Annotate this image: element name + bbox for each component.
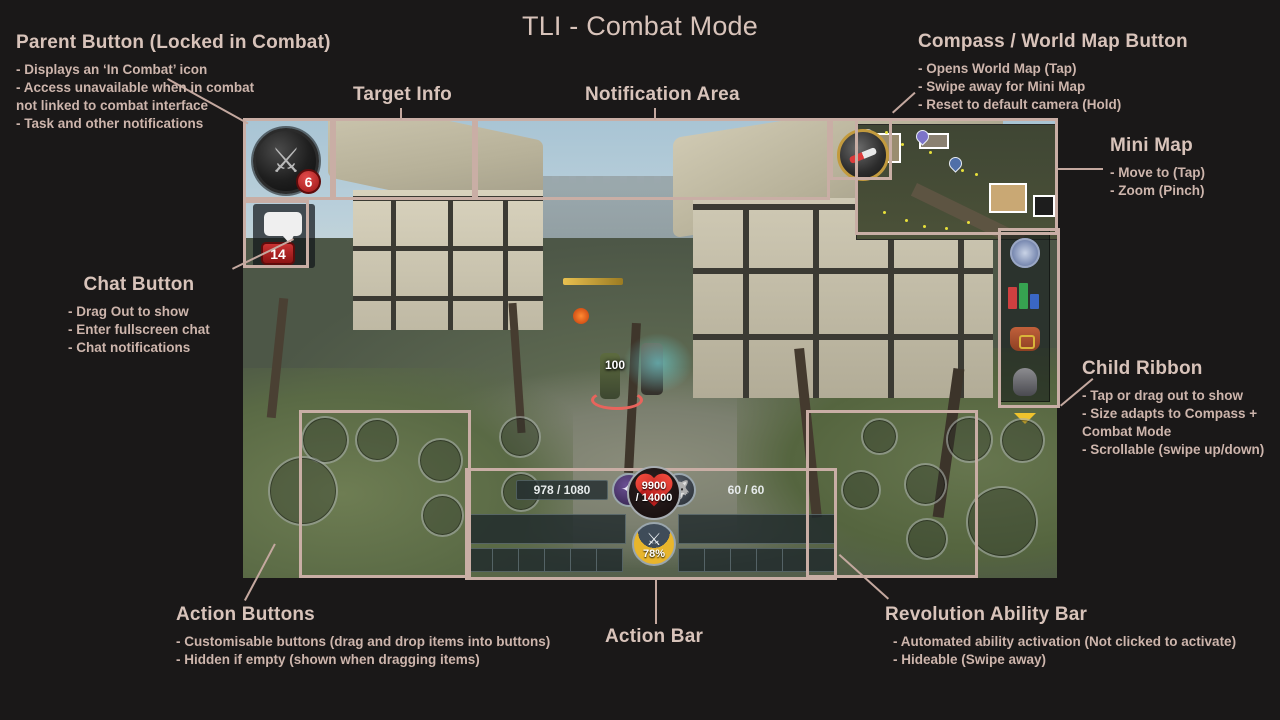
annotation-bullets: - Move to (Tap) - Zoom (Pinch) <box>1110 164 1205 200</box>
annotation-heading: Mini Map <box>1110 135 1193 156</box>
magic-aura <box>623 333 693 393</box>
leader-target-info <box>400 108 402 120</box>
annotation-bullet: - Hidden if empty (shown when dragging i… <box>176 651 480 667</box>
annotation-bullet: - Customisable buttons (drag and drop it… <box>176 633 551 649</box>
annotation-bullet: - Displays an ‘In Combat’ icon <box>16 61 208 77</box>
adrenaline-value: 78% <box>642 547 666 560</box>
annotation-bullet: Combat Mode <box>1082 423 1172 439</box>
annotation-notification-area: Notification Area <box>585 83 740 107</box>
health-orb[interactable]: 9900 / 14000 <box>627 466 681 520</box>
leader-action-bar <box>655 580 657 624</box>
house-right-post-2 <box>813 204 819 398</box>
annotation-bullet: - Tap or drag out to show <box>1082 387 1243 403</box>
annotation-bullet: - Zoom (Pinch) <box>1110 182 1205 198</box>
annotation-parent-button: Parent Button (Locked in Combat) - Displ… <box>16 31 331 133</box>
annotation-bullet: - Opens World Map (Tap) <box>918 60 1077 76</box>
annotation-heading: Parent Button (Locked in Combat) <box>16 32 331 53</box>
selection-ring <box>591 390 643 410</box>
house-right-beam-2 <box>693 268 993 274</box>
annotation-bullets: - Displays an ‘In Combat’ icon - Access … <box>16 61 331 133</box>
damage-number: 100 <box>605 358 626 372</box>
highlight-notification-area <box>475 118 830 200</box>
annotation-heading: Notification Area <box>585 84 740 105</box>
annotation-bullet: - Hideable (Swipe away) <box>893 651 1047 667</box>
annotation-heading: Compass / World Map Button <box>918 31 1188 52</box>
highlight-target-info <box>333 118 475 200</box>
fire-effect <box>573 308 589 324</box>
annotation-bullets: - Customisable buttons (drag and drop it… <box>176 633 550 669</box>
action-button-l6[interactable] <box>499 416 541 458</box>
house-left-post-2 <box>448 196 453 330</box>
annotation-child-ribbon: Child Ribbon - Tap or drag out to show -… <box>1082 357 1264 459</box>
annotation-bullet: - Reset to default camera (Hold) <box>918 96 1122 112</box>
leader-notification-area <box>654 108 656 120</box>
annotation-heading: Chat Button <box>83 274 195 295</box>
annotation-heading: Action Buttons <box>176 604 315 625</box>
crossed-swords-icon: ⚔ <box>646 529 662 549</box>
annotation-bullet: - Size adapts to Compass + <box>1082 405 1258 421</box>
house-right-beam-3 <box>693 334 993 340</box>
annotation-bullets: - Opens World Map (Tap) - Swipe away for… <box>918 60 1188 114</box>
annotation-target-info: Target Info <box>353 83 452 107</box>
highlight-child-ribbon <box>998 228 1060 408</box>
house-right-post-1 <box>743 204 749 398</box>
annotation-heading: Action Bar <box>605 626 704 647</box>
health-max: / 14000 <box>635 492 673 504</box>
annotation-bullet: - Enter fullscreen chat <box>68 321 210 337</box>
annotation-bullet: - Move to (Tap) <box>1110 164 1205 180</box>
annotation-action-bar: Action Bar <box>605 625 703 649</box>
annotation-chat-button: Chat Button - Drag Out to show - Enter f… <box>68 273 210 357</box>
annotation-bullet: - Automated ability activation (Not clic… <box>893 633 1237 649</box>
highlight-mini-map <box>855 118 1058 235</box>
highlight-revolution-bar <box>806 410 978 578</box>
annotation-compass-world-map: Compass / World Map Button - Opens World… <box>918 30 1188 114</box>
leader-compass <box>892 91 916 114</box>
house-left-post-3 <box>503 196 508 330</box>
annotation-heading: Child Ribbon <box>1082 358 1203 379</box>
annotation-mini-map: Mini Map - Move to (Tap) - Zoom (Pinch) <box>1110 134 1205 200</box>
action-button-r3[interactable] <box>1000 418 1045 463</box>
annotation-bullet: - Scrollable (swipe up/down) <box>1082 441 1265 457</box>
annotation-action-buttons: Action Buttons - Customisable buttons (d… <box>176 603 550 669</box>
annotation-bullet: - Drag Out to show <box>68 303 189 319</box>
annotation-revolution-ability-bar: Revolution Ability Bar - Automated abili… <box>885 603 1236 669</box>
annotation-bullet: not linked to combat interface <box>16 97 209 113</box>
annotation-heading: Target Info <box>353 84 452 105</box>
highlight-action-buttons <box>299 410 471 578</box>
target-hp-bar <box>563 278 623 285</box>
screenshot-root: TLI - Combat Mode 100 ⚔ 6 14 978 / 1080 … <box>0 0 1280 720</box>
annotation-bullet: - Task and other notifications <box>16 115 204 131</box>
annotation-bullet: - Access unavailable when in combat <box>16 79 255 95</box>
annotation-heading: Revolution Ability Bar <box>885 604 1088 625</box>
annotation-bullets: - Drag Out to show - Enter fullscreen ch… <box>68 303 210 357</box>
annotation-bullets: - Automated ability activation (Not clic… <box>893 633 1236 669</box>
leader-mini-map <box>1058 168 1103 170</box>
annotation-bullets: - Tap or drag out to show - Size adapts … <box>1082 387 1264 459</box>
annotation-bullet: - Swipe away for Mini Map <box>918 78 1086 94</box>
annotation-bullet: - Chat notifications <box>68 339 191 355</box>
adrenaline-orb[interactable]: ⚔ 78% <box>632 522 676 566</box>
house-left-post-1 <box>391 196 396 330</box>
